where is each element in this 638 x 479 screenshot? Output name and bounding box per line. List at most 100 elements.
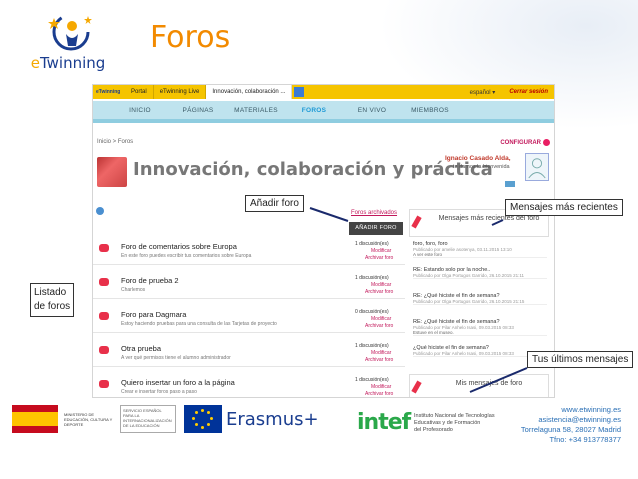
intef-description: Instituto Nacional de Tecnologías Educat… — [414, 413, 495, 433]
archive-link[interactable]: Archivar foro — [365, 323, 393, 329]
user-silhouette-icon — [528, 158, 546, 179]
contact-address: Torrelaguna 58, 28027 Madrid — [520, 425, 621, 434]
forum-row[interactable]: Foro de prueba 2 Charlemos 1 discusión(e… — [93, 273, 405, 299]
topbar-live[interactable]: eTwinning Live — [154, 85, 207, 99]
language-select[interactable]: español ▾ — [462, 89, 504, 96]
discussion-count: 1 discusión(es) — [355, 377, 389, 383]
forum-row[interactable]: Otra prueba A ver qué permisos tiene el … — [93, 341, 405, 367]
archive-link[interactable]: Archivar foro — [365, 289, 393, 295]
message-excerpt: Estuve en el museo. — [413, 330, 454, 335]
discussion-count: 1 discusión(es) — [355, 343, 389, 349]
modify-link[interactable]: Modificar — [371, 248, 391, 254]
add-forum-button[interactable]: AÑADIR FORO — [349, 222, 403, 235]
forum-title[interactable]: Foro de prueba 2 — [121, 276, 179, 285]
tab-foros[interactable]: FOROS — [285, 107, 343, 114]
forum-row[interactable]: Foro de comentarios sobre Europa En este… — [93, 239, 405, 265]
spain-coat-of-arms — [12, 405, 58, 433]
topbar-group[interactable]: Innovación, colaboración ... — [206, 85, 293, 99]
message-meta: Publicado por Olga Portugos Garrido, 26.… — [413, 299, 525, 304]
main-nav: INICIO PÁGINAS MATERIALES FOROS EN VIVO … — [93, 101, 554, 123]
footer-logos: MINISTERIO DE EDUCACIÓN, CULTURA Y DEPOR… — [12, 405, 319, 433]
forum-icon — [99, 380, 109, 388]
forum-icon — [99, 312, 109, 320]
intef-logo: intef — [357, 410, 411, 435]
user-welcome: te damos la bienvenida — [453, 164, 510, 170]
user-name[interactable]: Ignacio Casado Alda, — [445, 155, 511, 162]
forum-description: Estoy haciendo pruebas para una consulta… — [121, 321, 277, 327]
configure-link[interactable]: CONFIGURAR — [500, 139, 550, 146]
forum-title[interactable]: Foro de comentarios sobre Europa — [121, 242, 237, 251]
tab-inicio[interactable]: INICIO — [111, 107, 169, 114]
avatar[interactable] — [525, 153, 549, 181]
tab-en-vivo[interactable]: EN VIVO — [343, 107, 401, 114]
modify-link[interactable]: Modificar — [371, 350, 391, 356]
etwinning-stars-icon — [48, 13, 92, 51]
tab-miembros[interactable]: MIEMBROS — [401, 107, 459, 114]
info-icon[interactable] — [96, 207, 104, 215]
pencil-icon — [411, 215, 422, 229]
avatar-menu-button[interactable] — [505, 181, 515, 187]
topbar-logo[interactable]: eTwinning — [93, 89, 125, 95]
group-dropdown-icon[interactable] — [294, 87, 305, 97]
archive-link[interactable]: Archivar foro — [365, 357, 393, 363]
recent-message[interactable]: RE: ¿Qué hiciste el fin de semana? Publi… — [413, 319, 547, 336]
message-meta: Publicado por Olga Portugos Garrido, 26.… — [413, 273, 524, 278]
eu-flag-icon — [184, 405, 222, 433]
modify-link[interactable]: Modificar — [371, 316, 391, 322]
forum-sidebar: Mensajes más recientes del foro foro, fo… — [409, 209, 549, 397]
ministry-text: MINISTERIO DE EDUCACIÓN, CULTURA Y DEPOR… — [64, 411, 113, 427]
gear-icon — [543, 139, 550, 146]
modify-link[interactable]: Modificar — [371, 282, 391, 288]
group-image — [97, 157, 127, 187]
discussion-count: 0 discusión(es) — [355, 309, 389, 315]
recent-message[interactable]: RE: Estando solo por la noche.. Publicad… — [413, 267, 547, 279]
callout-forum-list-line2: de foros — [34, 301, 71, 312]
forum-icon — [99, 244, 109, 252]
group-header: Innovación, colaboración y práctica Igna… — [93, 151, 554, 189]
discussion-count: 1 discusión(es) — [355, 241, 389, 247]
archive-link[interactable]: Archivar foro — [365, 391, 393, 397]
my-messages-header: Mis mensajes de foro — [409, 374, 549, 397]
forum-title[interactable]: Foro para Dagmara — [121, 310, 186, 319]
my-messages-title: Mis mensajes de foro — [455, 380, 523, 387]
forum-page-screenshot: eTwinning Portal eTwinning Live Innovaci… — [92, 84, 555, 398]
recent-message[interactable]: RE: ¿Qué hiciste el fin de semana? Publi… — [413, 293, 547, 305]
contact-phone: Tfno: +34 913778377 — [549, 435, 621, 444]
logout-link[interactable]: Cerrar sesión — [503, 89, 554, 95]
contact-info: www.etwinning.es asistencia@etwinning.es… — [521, 405, 621, 445]
archived-forums-link[interactable]: Foros archivados — [351, 210, 397, 216]
etwinning-logo: eTwinning — [18, 10, 118, 72]
forum-description: Crear e insertar foros paso a paso — [121, 389, 197, 395]
breadcrumb[interactable]: Inicio > Foros — [97, 139, 133, 145]
forum-row[interactable]: Quiero insertar un foro a la página Crea… — [93, 375, 405, 397]
message-excerpt: A ver este foro — [413, 252, 443, 257]
sepie-text: SERVICIO ESPAÑOL PARA LA INTERNACIONALIZ… — [120, 405, 176, 433]
forum-description: Charlemos — [121, 287, 146, 293]
pencil-icon — [411, 380, 422, 394]
forum-row[interactable]: Foro para Dagmara Estoy haciendo pruebas… — [93, 307, 405, 333]
forum-title[interactable]: Otra prueba — [121, 344, 161, 353]
contact-web[interactable]: www.etwinning.es — [521, 405, 621, 415]
callout-add-forum: Añadir foro — [245, 195, 304, 212]
callout-recent-messages: Mensajes más recientes — [505, 199, 623, 216]
archive-link[interactable]: Archivar foro — [365, 255, 393, 261]
recent-message[interactable]: foro, foro, foro Publicado por amelie as… — [413, 241, 547, 258]
forum-icon — [99, 346, 109, 354]
group-title: Innovación, colaboración y práctica — [133, 159, 493, 180]
logo-wordmark: eTwinning — [30, 54, 106, 72]
forum-description: En este foro puedes escribir tus comenta… — [121, 253, 252, 259]
callout-forum-list-line1: Listado — [34, 287, 67, 298]
contact-email[interactable]: asistencia@etwinning.es — [521, 415, 621, 425]
modify-link[interactable]: Modificar — [371, 384, 391, 390]
discussion-count: 1 discusión(es) — [355, 275, 389, 281]
erasmus-logo: Erasmus+ — [226, 408, 319, 430]
top-bar: eTwinning Portal eTwinning Live Innovaci… — [93, 85, 554, 99]
topbar-portal[interactable]: Portal — [125, 85, 154, 99]
forum-title[interactable]: Quiero insertar un foro a la página — [121, 378, 235, 387]
callout-my-messages: Tus últimos mensajes — [527, 351, 634, 368]
tab-paginas[interactable]: PÁGINAS — [169, 107, 227, 114]
callout-forum-list: Listado de foros — [30, 283, 75, 317]
forum-icon — [99, 278, 109, 286]
slide-title: Foros — [150, 20, 231, 55]
tab-materiales[interactable]: MATERIALES — [227, 107, 285, 114]
